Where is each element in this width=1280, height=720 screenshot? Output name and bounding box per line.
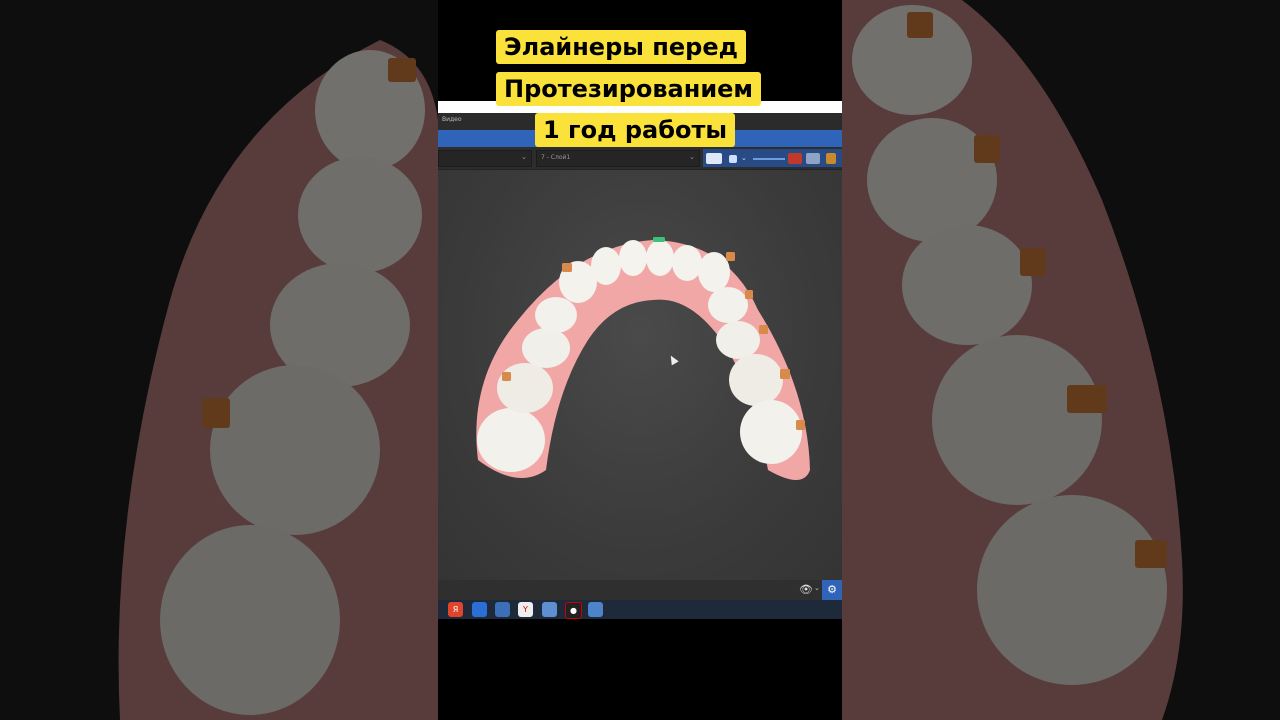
paint-icon[interactable] bbox=[472, 602, 487, 617]
molar-right-1 bbox=[729, 354, 783, 406]
square-tool-button[interactable] bbox=[729, 155, 737, 163]
attachment bbox=[562, 263, 572, 272]
right-blurred-background bbox=[842, 0, 1280, 720]
attachment bbox=[759, 325, 768, 334]
incisor-right-2 bbox=[672, 245, 702, 281]
toolbar: ⌄ 7 - Слой1 ⌄ ⌄ bbox=[438, 147, 842, 170]
chevron-down-icon[interactable]: ⌄ bbox=[741, 154, 747, 162]
window-title: Видео bbox=[442, 116, 462, 123]
3d-viewport[interactable] bbox=[438, 170, 842, 580]
caption-line-1: Элайнеры перед bbox=[496, 30, 746, 64]
attachment bbox=[745, 290, 753, 299]
record-icon[interactable]: ● bbox=[565, 602, 582, 619]
incisor-right-1 bbox=[646, 240, 674, 276]
pdf-icon[interactable] bbox=[788, 153, 802, 164]
attachment bbox=[726, 252, 735, 261]
video-frame: Видео ⌄ 7 - Слой1 ⌄ ⌄ 👁 ⌄ ⚙ Я Y ● bbox=[438, 0, 842, 720]
taskbar: Я Y ● bbox=[438, 600, 842, 619]
status-bar: 👁 ⌄ ⚙ bbox=[438, 580, 842, 600]
settings-icon[interactable]: ⚙ bbox=[822, 580, 842, 600]
dim-overlay bbox=[0, 0, 438, 720]
premolar-right-2 bbox=[716, 321, 760, 359]
slider-track[interactable] bbox=[753, 158, 785, 160]
layer-dropdown[interactable]: 7 - Слой1 ⌄ bbox=[536, 150, 700, 167]
app-icon[interactable] bbox=[542, 602, 557, 617]
caption-line-3: 1 год работы bbox=[535, 113, 736, 147]
attachment bbox=[780, 369, 790, 379]
layer-label: 7 - Слой1 bbox=[541, 154, 571, 161]
chevron-down-icon: ⌄ bbox=[521, 153, 527, 161]
attachment bbox=[796, 420, 805, 430]
caption-line-2: Протезированием bbox=[496, 72, 762, 106]
chevron-down-icon[interactable]: ⌄ bbox=[814, 584, 820, 592]
lower-jaw-model bbox=[476, 237, 810, 480]
dim-overlay bbox=[842, 0, 1280, 720]
left-dropdown[interactable]: ⌄ bbox=[438, 150, 532, 167]
jaw-view-button[interactable] bbox=[706, 153, 722, 164]
yandex-browser-icon[interactable]: Y bbox=[518, 602, 533, 617]
molar-right-2 bbox=[740, 400, 802, 464]
left-blurred-background bbox=[0, 0, 438, 720]
yandex-icon[interactable]: Я bbox=[448, 602, 463, 617]
ruler-icon[interactable] bbox=[806, 153, 820, 164]
chevron-down-icon: ⌄ bbox=[689, 153, 695, 161]
monitor-icon[interactable] bbox=[495, 602, 510, 617]
dental-cad-window: Видео ⌄ 7 - Слой1 ⌄ ⌄ 👁 ⌄ ⚙ Я Y ● bbox=[438, 101, 842, 619]
eye-icon[interactable]: 👁 bbox=[799, 583, 813, 596]
incisor-left-1 bbox=[619, 240, 647, 276]
canine-right bbox=[698, 252, 730, 292]
molar-left-1 bbox=[477, 408, 545, 472]
premolar-right-1 bbox=[708, 287, 748, 323]
premolar-left-2 bbox=[535, 297, 577, 333]
toolbar-tools: ⌄ bbox=[703, 149, 842, 167]
incisor-left-2 bbox=[591, 247, 621, 285]
marker bbox=[653, 237, 665, 242]
tool-icon[interactable] bbox=[826, 153, 836, 164]
active-app-icon[interactable] bbox=[588, 602, 603, 617]
premolar-left-1 bbox=[522, 328, 570, 368]
attachment bbox=[502, 372, 511, 381]
molar-left-2 bbox=[497, 363, 553, 413]
